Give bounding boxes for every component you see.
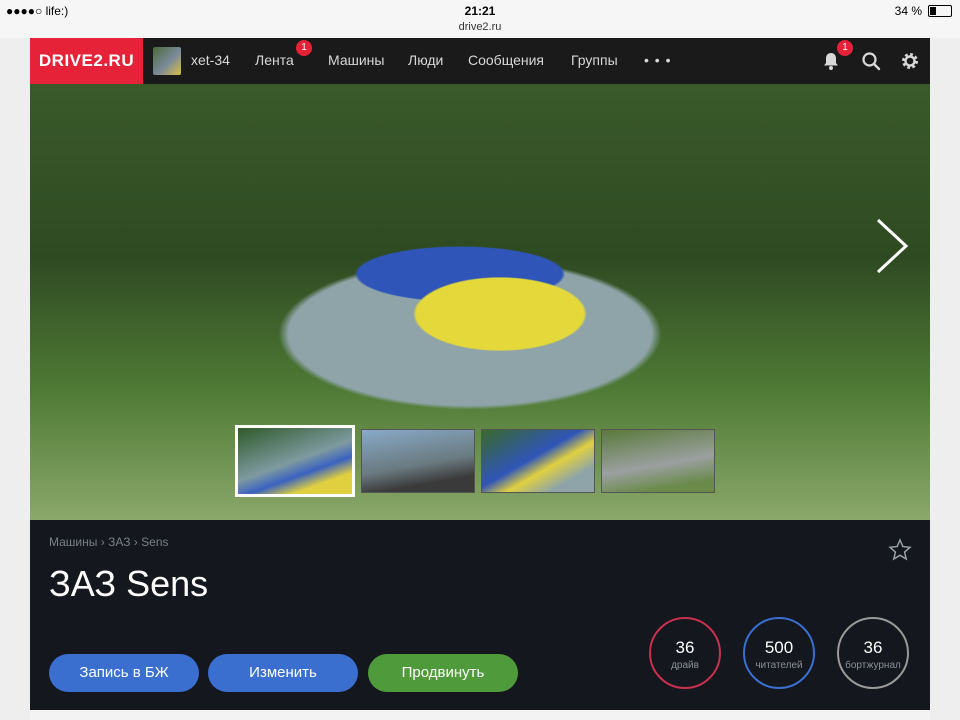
thumbnail[interactable]	[361, 429, 475, 493]
user-avatar[interactable]	[153, 47, 181, 75]
nav-item-messages[interactable]: Сообщения	[468, 52, 544, 68]
stat-readers[interactable]: 500 читателей	[743, 617, 815, 689]
content-divider	[30, 710, 930, 720]
page-title: ЗАЗ Sens	[49, 563, 209, 604]
stat-label: бортжурнал	[845, 660, 901, 671]
stat-logbook[interactable]: 36 бортжурнал	[837, 617, 909, 689]
thumbnail[interactable]	[601, 429, 715, 493]
battery-status: 34 %	[895, 4, 952, 18]
nav-username[interactable]: xet-34	[191, 52, 230, 68]
gear-icon[interactable]	[900, 51, 920, 71]
stat-label: драйв	[671, 660, 699, 671]
address-bar[interactable]: drive2.ru	[0, 21, 960, 33]
photo-thumbnails	[235, 425, 715, 497]
feed-badge: 1	[296, 40, 312, 56]
stat-drive[interactable]: 36 драйв	[649, 617, 721, 689]
breadcrumb-item[interactable]: Sens	[141, 535, 168, 549]
star-icon[interactable]	[888, 538, 912, 562]
breadcrumb: Машины › ЗАЗ › Sens	[49, 535, 169, 549]
thumbnail[interactable]	[235, 425, 355, 497]
bell-icon[interactable]	[821, 51, 841, 71]
nav-more[interactable]: • • •	[644, 52, 671, 68]
ios-status-bar: ●●●●○ life:) 21:21 drive2.ru 34 %	[0, 0, 960, 38]
page: DRIVE2.RU xet-34 Лента 1 Машины Люди Соо…	[30, 38, 930, 720]
edit-button[interactable]: Изменить	[208, 654, 358, 692]
top-nav: DRIVE2.RU xet-34 Лента 1 Машины Люди Соо…	[30, 38, 930, 84]
stat-label: читателей	[755, 660, 803, 671]
search-icon[interactable]	[861, 51, 881, 71]
stat-value: 500	[764, 638, 794, 657]
stat-value: 36	[863, 638, 883, 657]
breadcrumb-separator: ›	[100, 535, 105, 549]
battery-icon	[928, 5, 952, 17]
promote-button[interactable]: Продвинуть	[368, 654, 518, 692]
clock: 21:21	[464, 4, 496, 18]
breadcrumb-item[interactable]: ЗАЗ	[108, 535, 130, 549]
nav-item-groups[interactable]: Группы	[571, 52, 618, 68]
breadcrumb-item[interactable]: Машины	[49, 535, 97, 549]
breadcrumb-separator: ›	[133, 535, 138, 549]
nav-item-people[interactable]: Люди	[408, 52, 443, 68]
stat-value: 36	[675, 638, 695, 657]
nav-item-feed[interactable]: Лента	[255, 52, 294, 68]
nav-item-cars[interactable]: Машины	[328, 52, 384, 68]
notifications-badge: 1	[837, 40, 853, 56]
battery-percent: 34 %	[894, 4, 922, 18]
thumbnail[interactable]	[481, 429, 595, 493]
chevron-right-icon[interactable]	[872, 216, 912, 276]
site-logo[interactable]: DRIVE2.RU	[30, 38, 143, 84]
logbook-entry-button[interactable]: Запись в БЖ	[49, 654, 199, 692]
car-photo[interactable]	[30, 84, 930, 520]
